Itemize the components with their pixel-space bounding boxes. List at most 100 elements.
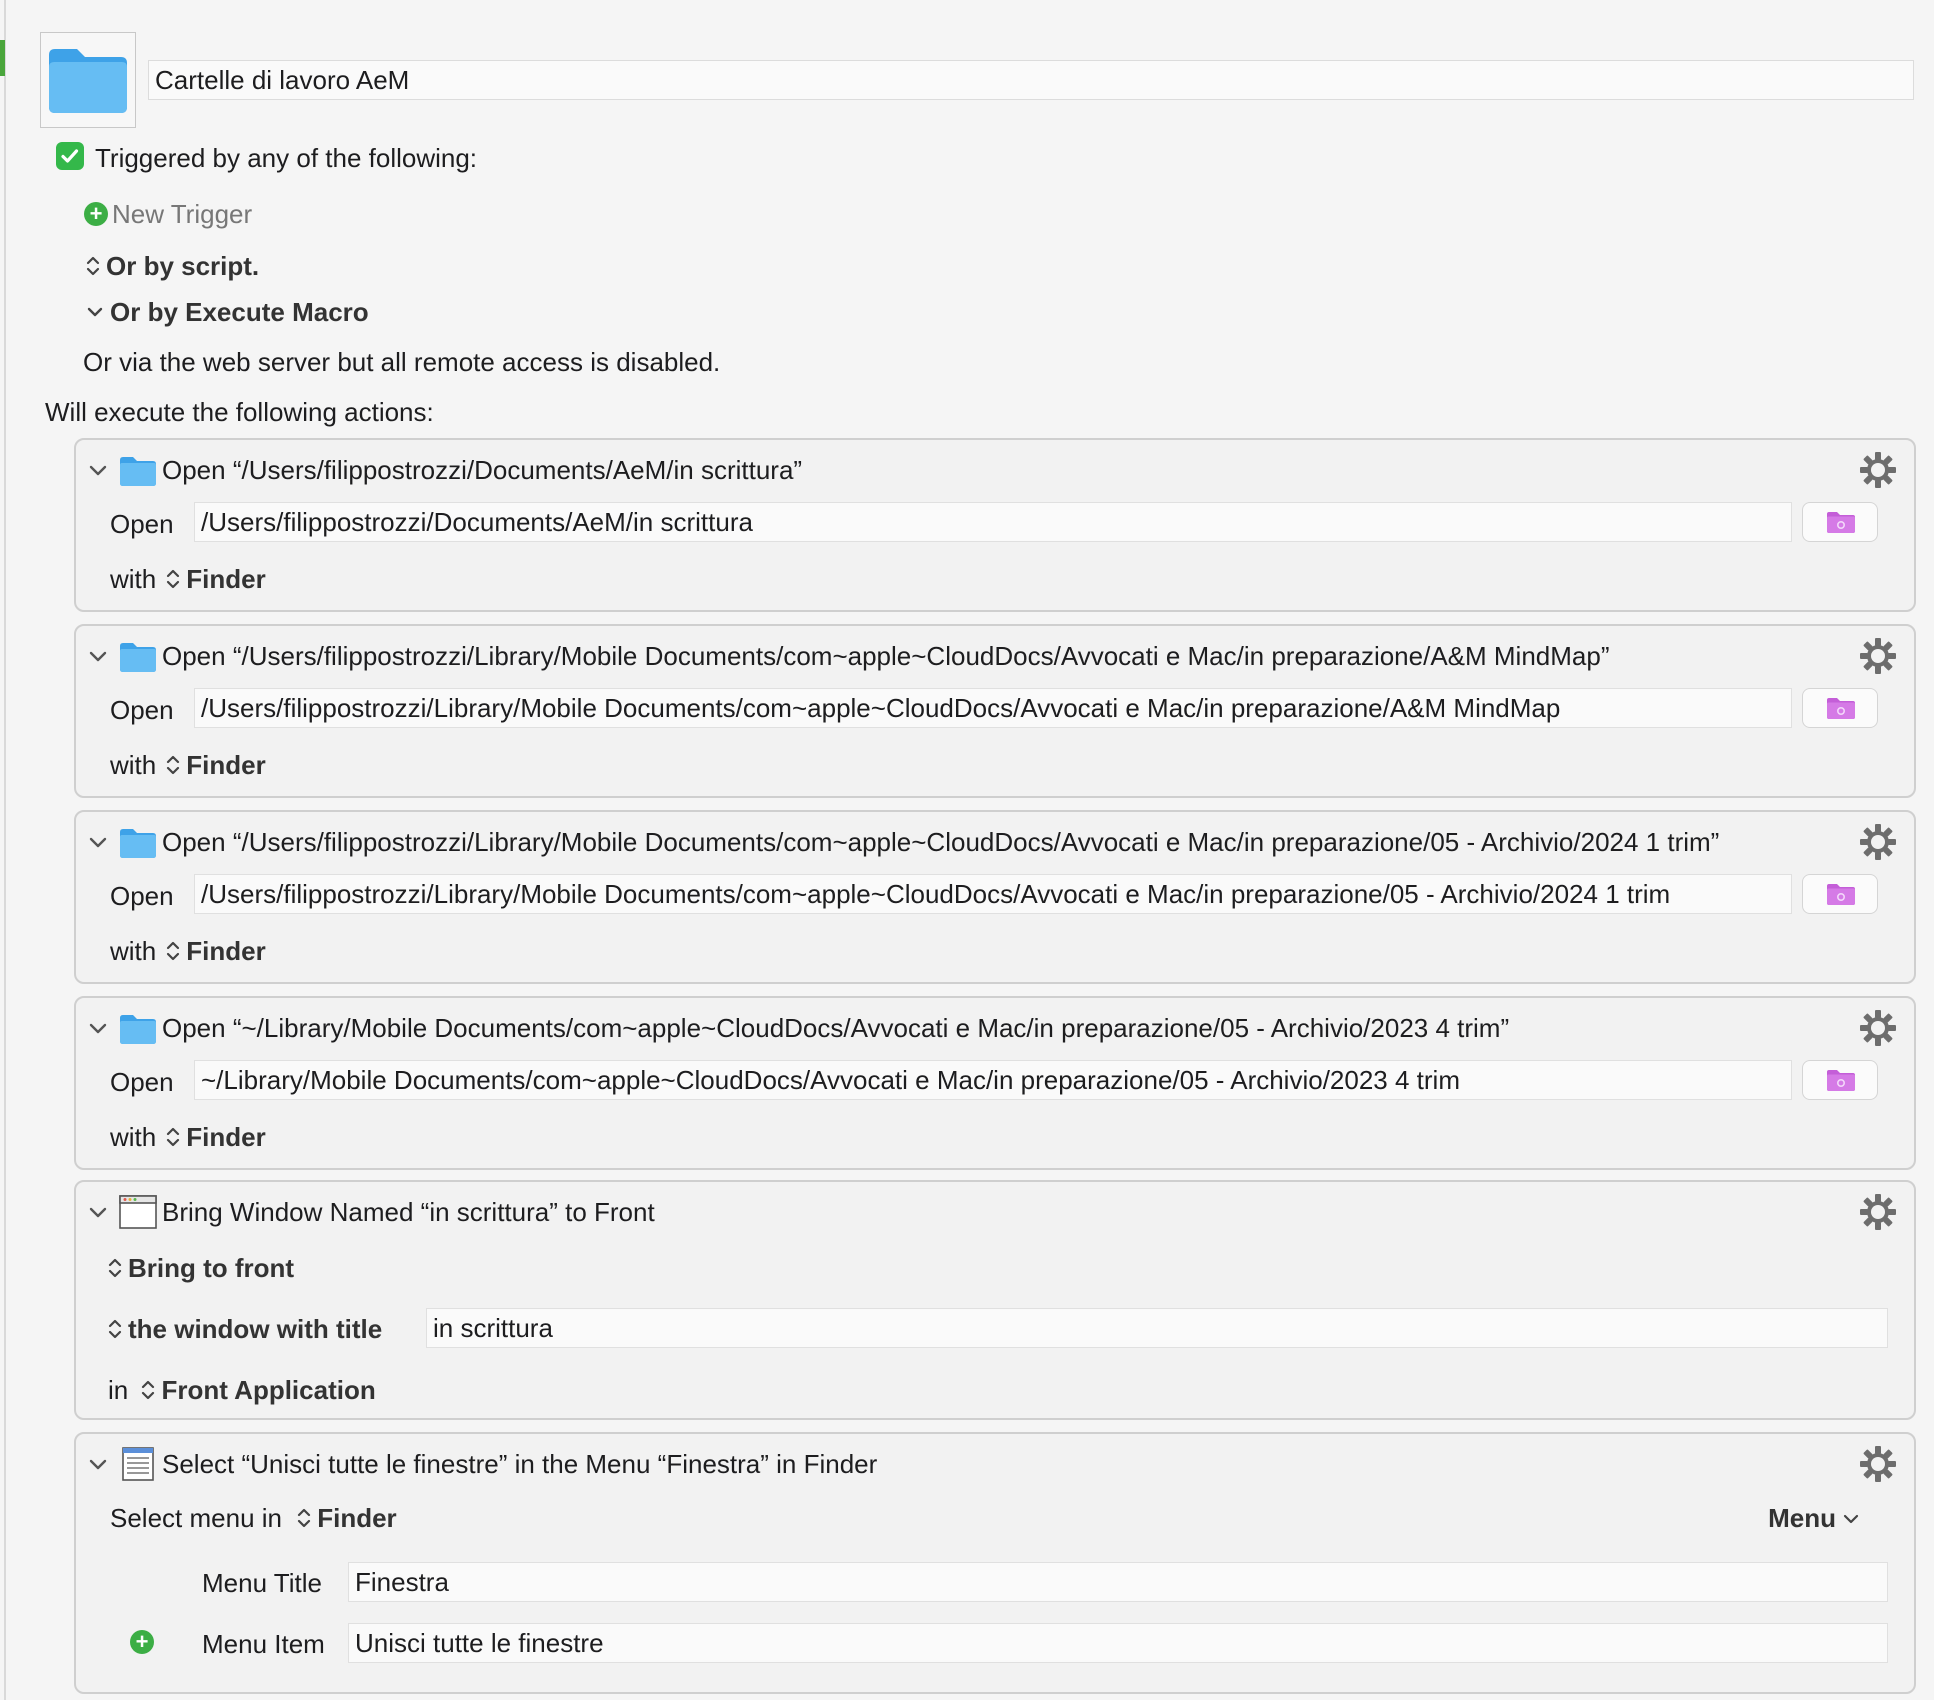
bring-mode-label: Bring to front <box>128 1253 295 1283</box>
path-field[interactable]: /Users/filippostrozzi/Documents/AeM/in s… <box>194 502 1792 542</box>
open-label: Open <box>110 695 174 725</box>
folder-icon <box>120 829 156 858</box>
chevron-down-icon[interactable] <box>86 644 110 668</box>
application-popup[interactable]: Front Application <box>141 1375 376 1405</box>
actions-header: Will execute the following actions: <box>45 397 434 427</box>
folder-icon <box>120 643 156 672</box>
plus-circle-icon: + <box>84 202 108 226</box>
choose-folder-button[interactable] <box>1802 688 1878 728</box>
updown-chevron-icon <box>298 1508 311 1528</box>
web-server-note: Or via the web server but all remote acc… <box>83 347 721 377</box>
chevron-down-icon[interactable] <box>86 1200 110 1224</box>
menu-type-label: Menu <box>1768 1503 1836 1533</box>
path-field[interactable]: /Users/filippostrozzi/Library/Mobile Doc… <box>194 874 1792 914</box>
chevron-down-icon[interactable] <box>86 1016 110 1040</box>
folder-icon <box>49 49 127 113</box>
or-by-execute-macro-toggle[interactable]: Or by Execute Macro <box>86 296 369 328</box>
updown-chevron-icon <box>167 941 180 961</box>
choose-folder-button[interactable] <box>1802 874 1878 914</box>
new-trigger-label: New Trigger <box>112 199 253 229</box>
action-header: Open “/Users/filippostrozzi/Documents/Ae… <box>76 450 1914 490</box>
action-title: Open “~/Library/Mobile Documents/com~app… <box>162 1013 1510 1043</box>
or-by-execute-macro-label: Or by Execute Macro <box>110 297 369 327</box>
action-open-file[interactable]: Open “~/Library/Mobile Documents/com~app… <box>74 996 1916 1170</box>
action-title: Select “Unisci tutte le finestre” in the… <box>162 1449 878 1479</box>
updown-chevron-icon <box>167 755 180 775</box>
menu-title-field[interactable]: Finestra <box>348 1562 1888 1602</box>
macro-icon-well[interactable] <box>40 32 136 128</box>
path-field[interactable]: ~/Library/Mobile Documents/com~apple~Clo… <box>194 1060 1792 1100</box>
open-label: Open <box>110 881 174 911</box>
folder-gear-icon <box>1827 512 1855 533</box>
action-select-menu[interactable]: Select “Unisci tutte le finestre” in the… <box>74 1432 1916 1694</box>
action-open-file[interactable]: Open “/Users/filippostrozzi/Library/Mobi… <box>74 624 1916 798</box>
or-by-script-label: Or by script. <box>106 251 260 281</box>
selection-marker <box>0 40 5 76</box>
checkmark-icon <box>61 149 79 163</box>
chevron-down-icon[interactable] <box>86 1452 110 1476</box>
target-app-popup[interactable]: Finder <box>297 1503 397 1533</box>
action-title: Open “/Users/filippostrozzi/Library/Mobi… <box>162 641 1610 671</box>
bring-mode-popup[interactable]: Bring to front <box>108 1252 294 1284</box>
action-open-file[interactable]: Open “/Users/filippostrozzi/Library/Mobi… <box>74 810 1916 984</box>
open-label: Open <box>110 509 174 539</box>
chevron-down-icon <box>87 307 103 317</box>
gear-icon[interactable] <box>1858 1444 1898 1484</box>
action-title: Open “/Users/filippostrozzi/Documents/Ae… <box>162 455 803 485</box>
with-app-row: with Finder <box>110 749 266 781</box>
updown-chevron-icon <box>108 1319 122 1339</box>
triggers-label: Triggered by any of the following: <box>95 143 478 173</box>
menu-item-field[interactable]: Unisci tutte le finestre <box>348 1623 1888 1663</box>
menu-item-label: Menu Item <box>202 1629 325 1659</box>
action-header: Select “Unisci tutte le finestre” in the… <box>76 1444 1914 1484</box>
choose-folder-button[interactable] <box>1802 502 1878 542</box>
gear-icon[interactable] <box>1858 822 1898 862</box>
gear-icon[interactable] <box>1858 636 1898 676</box>
folder-gear-icon <box>1827 884 1855 905</box>
with-app-row: with Finder <box>110 1121 266 1153</box>
gear-icon[interactable] <box>1858 1008 1898 1048</box>
window-match-label: the window with title <box>128 1314 383 1344</box>
path-field[interactable]: /Users/filippostrozzi/Library/Mobile Doc… <box>194 688 1792 728</box>
new-trigger-button[interactable]: + New Trigger <box>84 198 252 230</box>
select-menu-in-label: Select menu in <box>110 1503 282 1533</box>
updown-chevron-icon <box>167 569 180 589</box>
app-label: Finder <box>186 936 266 966</box>
with-label: with <box>110 1122 157 1152</box>
plus-circle-icon[interactable]: + <box>130 1630 154 1654</box>
app-popup[interactable]: Finder <box>166 1122 266 1152</box>
with-app-row: with Finder <box>110 935 266 967</box>
triggers-enabled-checkbox[interactable] <box>56 142 84 170</box>
with-label: with <box>110 750 157 780</box>
choose-folder-button[interactable] <box>1802 1060 1878 1100</box>
menu-list-icon <box>122 1447 154 1481</box>
window-title-field[interactable]: in scrittura <box>426 1308 1888 1348</box>
menu-title-label: Menu Title <box>202 1568 322 1598</box>
left-border <box>4 0 6 1700</box>
application-label: Front Application <box>161 1375 376 1405</box>
with-app-row: with Finder <box>110 563 266 595</box>
app-popup[interactable]: Finder <box>166 936 266 966</box>
updown-chevron-icon <box>108 1258 122 1278</box>
action-header: Open “/Users/filippostrozzi/Library/Mobi… <box>76 636 1914 676</box>
app-popup[interactable]: Finder <box>166 564 266 594</box>
in-label: in <box>108 1375 129 1405</box>
chevron-down-icon <box>1843 1514 1859 1524</box>
window-match-popup[interactable]: the window with title <box>108 1313 382 1345</box>
updown-chevron-icon <box>86 256 100 276</box>
app-label: Finder <box>186 750 266 780</box>
macro-name-field[interactable]: Cartelle di lavoro AeM <box>148 60 1914 100</box>
action-bring-window[interactable]: Bring Window Named “in scrittura” to Fro… <box>74 1180 1916 1420</box>
folder-gear-icon <box>1827 698 1855 719</box>
app-popup[interactable]: Finder <box>166 750 266 780</box>
chevron-down-icon[interactable] <box>86 458 110 482</box>
menu-type-dropdown[interactable]: Menu <box>1768 1502 1860 1534</box>
gear-icon[interactable] <box>1858 450 1898 490</box>
chevron-down-icon[interactable] <box>86 830 110 854</box>
action-open-file[interactable]: Open “/Users/filippostrozzi/Documents/Ae… <box>74 438 1916 612</box>
or-by-script-toggle[interactable]: Or by script. <box>86 250 259 282</box>
app-label: Finder <box>186 564 266 594</box>
folder-gear-icon <box>1827 1070 1855 1091</box>
action-header: Bring Window Named “in scrittura” to Fro… <box>76 1192 1914 1232</box>
gear-icon[interactable] <box>1858 1192 1898 1232</box>
